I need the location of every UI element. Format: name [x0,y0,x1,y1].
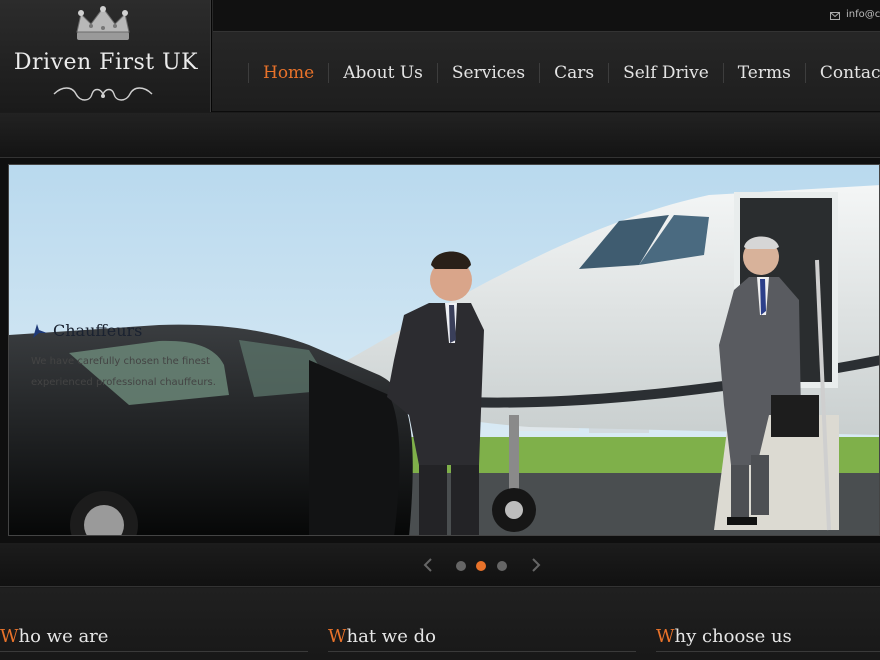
nav-item-services[interactable]: Services [436,63,539,83]
slide-dot-2[interactable] [476,561,486,571]
hero-slide: Chauffeurs We have carefully chosen the … [8,164,880,536]
logo[interactable]: Driven First UK [0,0,212,112]
crown-icon [76,6,130,40]
header-strip [0,113,880,157]
main-nav: Home About Us Services Cars Self Drive Terms C… [213,33,880,112]
info-sections: Who we are What we do Why choose us [0,588,880,660]
caption-title-text: Chauffeurs [53,321,143,340]
slide-caption-title: Chauffeurs [31,321,142,340]
email-link[interactable]: info@c [846,9,880,20]
nav-item-about-us[interactable]: About Us [328,63,437,83]
section-heading-what: What we do [328,626,636,652]
next-arrow-icon[interactable] [530,557,542,573]
contact-bar: info@c [213,0,880,32]
nav-item-terms[interactable]: Terms [722,63,805,83]
slide-dot-1[interactable] [456,561,466,571]
header: Driven First UK info@c Home About Us Servi… [0,0,880,112]
flourish-ornament [53,87,153,101]
prev-arrow-icon[interactable] [422,557,434,573]
plane-icon [33,323,47,338]
nav-item-contact[interactable]: Contact [804,63,880,83]
nav-item-cars[interactable]: Cars [539,63,608,83]
nav-item-home[interactable]: Home [248,63,328,83]
hero-slider: Chauffeurs We have carefully chosen the … [0,157,880,543]
slider-pager [0,543,880,587]
slide-caption-text: We have carefully chosen the finest expe… [31,356,216,388]
nav-item-self-drive[interactable]: Self Drive [608,63,723,83]
brand-name: Driven First UK [13,50,199,75]
section-heading-why: Why choose us [656,626,880,652]
envelope-icon [830,12,840,20]
section-heading-who: Who we are [0,626,308,652]
slide-dot-3[interactable] [497,561,507,571]
